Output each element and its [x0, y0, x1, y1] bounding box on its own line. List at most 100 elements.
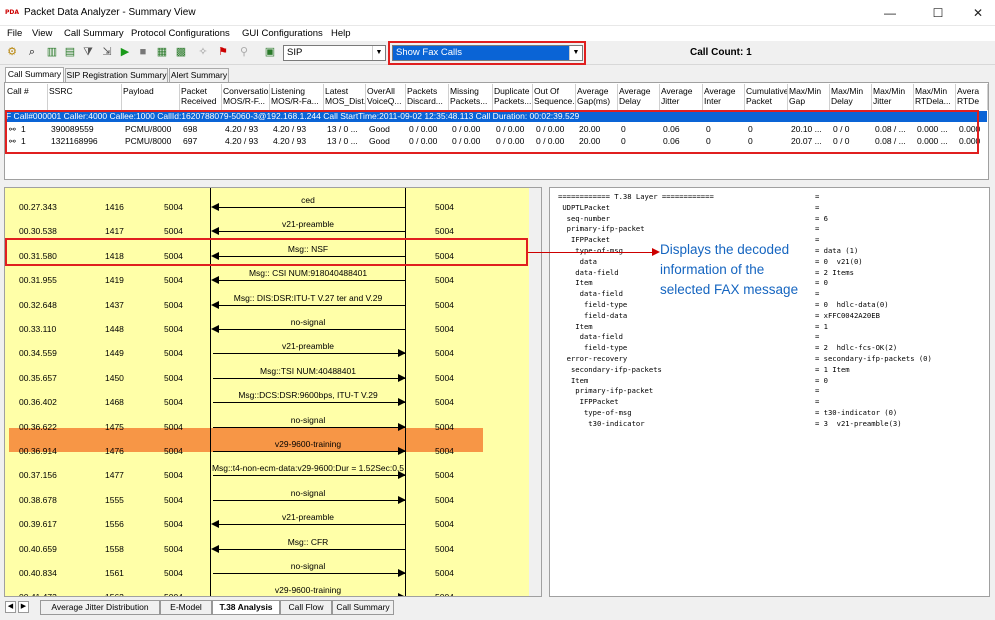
flow-row[interactable]: 00.41.473 1562 5004 5004 v29-9600-training	[5, 580, 529, 596]
menu-view[interactable]: View	[32, 28, 52, 39]
col-header-call[interactable]: Call #	[6, 84, 48, 110]
call-row[interactable]: F Call#000001 Caller:4000 Callee:1000 Ca…	[6, 111, 987, 122]
flow-row[interactable]: 00.36.914 1476 5004 5004 v29-9600-training	[5, 434, 529, 458]
menu-gui-configurations[interactable]: GUI Configurations	[242, 28, 323, 39]
flow-row[interactable]: 00.36.622 1475 5004 5004 no-signal	[5, 410, 529, 434]
chevron-down-icon[interactable]: ▼	[569, 46, 582, 60]
col-header-average-rtdelay[interactable]: Avera RTDe	[956, 84, 988, 110]
flow-row[interactable]: 00.40.659 1558 5004 5004 Msg:: CFR	[5, 532, 529, 556]
flow-row[interactable]: 00.27.343 1416 5004 5004 ced	[5, 190, 529, 214]
filter-icon[interactable]: ⧩	[81, 45, 95, 59]
tab-sip-registration-summary[interactable]: SIP Registration Summary	[65, 68, 168, 82]
col-header-conversation-mos[interactable]: Conversation MOS/R-F...	[222, 84, 270, 110]
t38-field-value: = 0	[815, 278, 828, 288]
cell-packets-discarded: 0 / 0.00	[409, 124, 438, 134]
flow-row[interactable]: 00.31.955 1419 5004 5004 Msg:: CSI NUM:91804…	[5, 263, 529, 287]
col-header-listening-mos[interactable]: Listening MOS/R-Fa...	[270, 84, 324, 110]
protocol-select[interactable]: SIP ▼	[283, 45, 386, 61]
cell-average-rtdelay: 0.000	[959, 124, 981, 134]
minimize-button[interactable]: —	[880, 4, 900, 22]
table-icon[interactable]: ▦	[155, 45, 169, 59]
tab-t38-analysis[interactable]: T.38 Analysis	[212, 600, 280, 615]
flow-time: 00.27.343	[19, 202, 57, 212]
flow-dest-port: 5004	[435, 421, 454, 432]
tab-scroll-right-icon[interactable]: ▶	[18, 601, 29, 613]
table-row[interactable]: ⚯ 1 1321168996 PCMU/8000 697 4.20 / 93 4.20 / …	[5, 136, 988, 148]
col-header-cumulative-packet[interactable]: Cumulative Packet	[745, 84, 788, 110]
magic-icon[interactable]: ✧	[196, 45, 210, 59]
close-button[interactable]: ✕	[968, 4, 988, 22]
flow-message-label: Msg::DCS:DSR:9600bps, ITU-T V.29	[238, 390, 378, 401]
fax-filter-select[interactable]: Show Fax Calls ▼	[392, 45, 583, 61]
col-header-ssrc[interactable]: SSRC	[48, 84, 122, 110]
flow-message-label: Msg:: DIS:DSR:ITU-T V.27 ter and V.29	[233, 292, 383, 303]
table-row[interactable]: ⚯ 1 390089559 PCMU/8000 698 4.20 / 93 4.20 / 9…	[5, 124, 988, 136]
flow-row[interactable]: 00.33.110 1448 5004 5004 no-signal	[5, 312, 529, 336]
tab-average-jitter-distribution[interactable]: Average Jitter Distribution	[40, 600, 160, 615]
flow-arrow-line	[213, 524, 405, 526]
arrow-right-icon	[398, 373, 406, 382]
col-header-duplicate-packets[interactable]: Duplicate Packets...	[493, 84, 533, 110]
col-header-average-delay[interactable]: Average Delay	[618, 84, 660, 110]
col-header-missing-packets[interactable]: Missing Packets...	[449, 84, 493, 110]
col-header-maxmin-rtdelay[interactable]: Max/Min RTDela...	[914, 84, 956, 110]
flow-row[interactable]: 00.37.156 1477 5004 5004 Msg::t4-non-ecm-dat…	[5, 458, 529, 482]
tab-alert-summary[interactable]: Alert Summary	[169, 68, 229, 82]
col-header-payload[interactable]: Payload	[122, 84, 180, 110]
col-header-packet-received[interactable]: Packet Received	[180, 84, 222, 110]
col-header-maxmin-delay[interactable]: Max/Min Delay	[830, 84, 872, 110]
settings-icon[interactable]: ⚙	[5, 45, 19, 59]
col-header-average-gap[interactable]: Average Gap(ms)	[576, 84, 618, 110]
network-icon[interactable]: ▣	[263, 45, 277, 59]
arrow-left-icon	[211, 251, 219, 260]
t38-field-name: secondary-ifp-packets	[558, 364, 662, 374]
tab-scroll-left-icon[interactable]: ◀	[5, 601, 16, 613]
tab-call-flow[interactable]: Call Flow	[280, 600, 332, 615]
bar-chart-icon[interactable]: ▤	[63, 45, 77, 59]
chevron-down-icon[interactable]: ▼	[372, 46, 385, 60]
menu-file[interactable]: File	[7, 28, 22, 39]
col-header-average-jitter[interactable]: Average Jitter	[660, 84, 703, 110]
flow-row[interactable]: 00.34.559 1449 5004 5004 v21-preamble	[5, 336, 529, 360]
antenna-icon[interactable]: ⚲	[237, 45, 251, 59]
flow-dest-port: 5004	[435, 299, 454, 310]
col-header-average-inter[interactable]: Average Inter	[703, 84, 745, 110]
flow-row[interactable]: 00.30.538 1417 5004 5004 v21-preamble	[5, 214, 529, 238]
tab-e-model[interactable]: E-Model	[160, 600, 212, 615]
flow-message-label: Msg::t4-non-ecm-data:v29-9600:Dur = 1.52…	[211, 463, 405, 474]
flow-seq: 1477	[105, 470, 124, 481]
menu-call-summary[interactable]: Call Summary	[64, 28, 124, 39]
tab-call-summary-bottom[interactable]: Call Summary	[332, 600, 394, 615]
flow-row[interactable]: 00.40.834 1561 5004 5004 no-signal	[5, 556, 529, 580]
t38-field-name: primary-ifp-packet	[558, 386, 654, 396]
stop-icon[interactable]: ■	[136, 45, 150, 59]
col-header-out-of-sequence[interactable]: Out Of Sequence...	[533, 84, 576, 110]
col-header-maxmin-gap[interactable]: Max/Min Gap	[788, 84, 830, 110]
maximize-button[interactable]: ☐	[928, 4, 948, 22]
col-header-latest-mos[interactable]: Latest MOS_Dist...	[324, 84, 366, 110]
menu-protocol-configurations[interactable]: Protocol Configurations	[131, 28, 230, 39]
play-icon[interactable]: ▶	[118, 45, 132, 59]
export-icon[interactable]: ⇲	[100, 45, 114, 59]
flow-row[interactable]: 00.36.402 1468 5004 5004 Msg::DCS:DSR:9600bp…	[5, 385, 529, 409]
tab-call-summary[interactable]: Call Summary	[5, 67, 64, 82]
flow-row[interactable]: 00.38.678 1555 5004 5004 no-signal	[5, 483, 529, 507]
t38-field-value: = 6	[815, 213, 828, 223]
search-icon[interactable]: ⌕	[25, 45, 39, 59]
col-header-overall-voiceq[interactable]: OverAll VoiceQ...	[366, 84, 406, 110]
flow-row[interactable]: 00.32.648 1437 5004 5004 Msg:: DIS:DSR:ITU-T…	[5, 288, 529, 312]
flow-row[interactable]: 00.31.580 1418 5004 5004 Msg:: NSF	[5, 239, 529, 263]
t38-field-value: = 3 v21-preamble(3)	[815, 418, 902, 428]
flow-row[interactable]: 00.39.617 1556 5004 5004 v21-preamble	[5, 507, 529, 531]
set-icon[interactable]: ⚑	[216, 45, 230, 59]
col-header-maxmin-jitter[interactable]: Max/Min Jitter	[872, 84, 914, 110]
col-header-packets-discarded[interactable]: Packets Discard...	[406, 84, 449, 110]
chart-icon[interactable]: ▥	[45, 45, 59, 59]
flow-row[interactable]: 00.35.657 1450 5004 5004 Msg::TSI NUM:404884…	[5, 361, 529, 385]
grid-icon[interactable]: ▩	[174, 45, 188, 59]
flow-seq: 1418	[105, 250, 124, 261]
vertical-scrollbar[interactable]	[529, 188, 541, 596]
menu-help[interactable]: Help	[331, 28, 351, 39]
flow-seq: 1476	[105, 446, 124, 456]
t38-field-name: field-type	[558, 343, 628, 353]
